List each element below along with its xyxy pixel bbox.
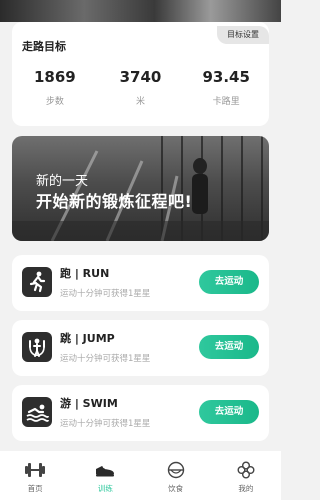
- sneaker-icon: [96, 465, 115, 477]
- banner-subtitle: 新的一天: [36, 174, 89, 189]
- go-exercise-button-swim[interactable]: 去运动: [199, 400, 259, 424]
- stat-steps: 1869 步数: [12, 68, 98, 107]
- stat-calories: 93.45 卡路里: [183, 68, 269, 107]
- go-exercise-button-run[interactable]: 去运动: [199, 270, 259, 294]
- goal-setting-button[interactable]: 目标设置: [217, 26, 269, 44]
- header-photo: [0, 0, 281, 22]
- tab-home-label: 首页: [27, 484, 43, 493]
- tab-training[interactable]: 训练: [70, 451, 140, 500]
- motivation-banner[interactable]: 新的一天 开始新的锻炼征程吧!: [12, 136, 269, 241]
- dumbbell-icon: [25, 463, 46, 477]
- swimming-icon: [22, 397, 52, 427]
- goal-stats: 1869 步数 3740 米 93.45 卡路里: [12, 68, 269, 107]
- tab-home[interactable]: 首页: [0, 451, 70, 500]
- tab-mine[interactable]: 我的: [211, 451, 281, 500]
- tab-training-label: 训练: [97, 484, 113, 493]
- sport-title-run: 跑 | RUN: [60, 267, 110, 280]
- sport-card-jump[interactable]: 跳 | JUMP 运动十分钟可获得1星星 去运动: [12, 320, 269, 376]
- banner-title: 开始新的锻炼征程吧!: [36, 192, 193, 211]
- sport-subtitle-run: 运动十分钟可获得1星星: [60, 289, 151, 299]
- sport-subtitle-jump: 运动十分钟可获得1星星: [60, 354, 151, 364]
- profile-icon: [237, 461, 255, 479]
- sport-card-swim[interactable]: 游 | SWIM 运动十分钟可获得1星星 去运动: [12, 385, 269, 441]
- tab-mine-label: 我的: [238, 484, 254, 493]
- stat-steps-label: 步数: [45, 97, 64, 107]
- walking-goal-card: 走路目标 目标设置 1869 步数 3740 米 93.45 卡路里: [12, 22, 269, 126]
- bowl-icon: [167, 461, 184, 479]
- stat-meters-label: 米: [136, 97, 146, 107]
- stat-meters-value: 3740: [119, 68, 162, 86]
- tab-diet[interactable]: 饮食: [141, 451, 211, 500]
- stat-calories-label: 卡路里: [212, 97, 240, 107]
- sport-title-swim: 游 | SWIM: [60, 397, 118, 410]
- sport-subtitle-swim: 运动十分钟可获得1星星: [60, 419, 151, 429]
- jump-rope-icon: [22, 332, 52, 362]
- stat-meters: 3740 米: [98, 68, 184, 107]
- sport-card-run[interactable]: 跑 | RUN 运动十分钟可获得1星星 去运动: [12, 255, 269, 311]
- tab-diet-label: 饮食: [168, 484, 184, 493]
- goal-title: 走路目标: [22, 40, 66, 53]
- sport-title-jump: 跳 | JUMP: [60, 332, 115, 345]
- bottom-tab-bar: 首页 训练 饮食 我的: [0, 451, 281, 500]
- running-icon: [22, 267, 52, 297]
- stat-steps-value: 1869: [33, 68, 76, 86]
- go-exercise-button-jump[interactable]: 去运动: [199, 335, 259, 359]
- stat-calories-value: 93.45: [202, 68, 250, 86]
